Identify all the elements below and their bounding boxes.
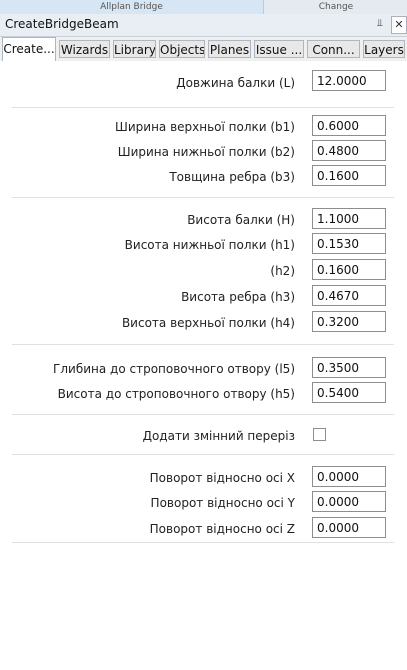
h3-label: Висота ребра (h3) xyxy=(181,290,295,304)
variable-section-label: Додати змінний переріз xyxy=(142,429,295,443)
h1-label: Висота нижньої полки (h1) xyxy=(124,238,295,252)
rot-y-label: Поворот відносно осі Y xyxy=(150,496,295,510)
H-input[interactable] xyxy=(312,208,386,229)
h4-label: Висота верхньої полки (h4) xyxy=(121,316,295,330)
b2-input[interactable] xyxy=(312,140,386,161)
rot-z-input[interactable] xyxy=(312,517,386,538)
tab-library[interactable]: Library xyxy=(113,40,156,58)
palette-tab-bar: Create... Wizards Library Objects Planes… xyxy=(0,37,407,62)
tab-planes[interactable]: Planes xyxy=(208,40,251,58)
rot-y-input[interactable] xyxy=(312,491,386,512)
rot-x-input[interactable] xyxy=(312,466,386,487)
variable-section-checkbox[interactable] xyxy=(313,428,326,441)
close-icon[interactable]: ✕ xyxy=(391,16,407,34)
rot-z-label: Поворот відносно осі Z xyxy=(149,522,295,536)
tab-issue[interactable]: Issue ... xyxy=(254,40,304,58)
h1-input[interactable] xyxy=(312,233,386,254)
ribbon-strip: Allplan Bridge Change xyxy=(0,0,407,15)
palette-title: CreateBridgeBeam xyxy=(5,17,119,31)
section-divider xyxy=(12,107,394,108)
tab-layers[interactable]: Layers xyxy=(363,40,405,58)
pin-icon[interactable]: ⫫ xyxy=(373,17,387,31)
h2-input[interactable] xyxy=(312,259,386,280)
section-divider xyxy=(12,542,394,543)
tab-create[interactable]: Create... xyxy=(2,37,56,62)
properties-panel: Довжина балки (L) Ширина верхньої полки … xyxy=(0,61,407,670)
h4-input[interactable] xyxy=(312,311,386,332)
palette-title-bar: CreateBridgeBeam ⫫ ✕ xyxy=(0,14,407,37)
b2-label: Ширина нижньої полки (b2) xyxy=(117,145,295,159)
section-divider xyxy=(12,197,394,198)
section-divider xyxy=(12,414,394,415)
ribbon-tab-allplan-bridge[interactable]: Allplan Bridge xyxy=(0,0,263,14)
b1-input[interactable] xyxy=(312,115,386,136)
ribbon-tab-change[interactable]: Change xyxy=(263,0,407,14)
length-label: Довжина балки (L) xyxy=(176,76,295,90)
H-label: Висота балки (H) xyxy=(187,213,295,227)
h2-label: (h2) xyxy=(270,264,295,278)
length-input[interactable] xyxy=(312,70,386,91)
h5-label: Висота до строповочного отвору (h5) xyxy=(57,387,295,401)
h5-input[interactable] xyxy=(312,382,386,403)
b3-label: Товщина ребра (b3) xyxy=(169,170,295,184)
tab-objects[interactable]: Objects xyxy=(159,40,205,58)
l5-label: Глибина до строповочного отвору (l5) xyxy=(53,362,295,376)
h3-input[interactable] xyxy=(312,285,386,306)
section-divider xyxy=(12,344,394,345)
tab-connections[interactable]: Conn... xyxy=(307,40,360,58)
b3-input[interactable] xyxy=(312,165,386,186)
rot-x-label: Поворот відносно осі X xyxy=(149,471,295,485)
tab-wizards[interactable]: Wizards xyxy=(59,40,110,58)
l5-input[interactable] xyxy=(312,357,386,378)
b1-label: Ширина верхньої полки (b1) xyxy=(115,120,295,134)
section-divider xyxy=(12,454,394,455)
